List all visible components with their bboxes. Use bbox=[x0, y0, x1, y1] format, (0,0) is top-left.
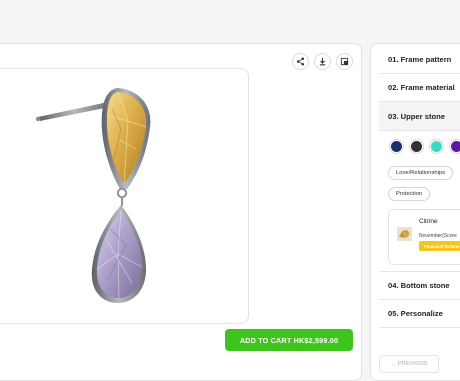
share-icon bbox=[296, 57, 305, 66]
divider bbox=[379, 130, 460, 131]
share-button[interactable] bbox=[292, 53, 309, 70]
step-bottom-stone[interactable]: 04. Bottom stone bbox=[379, 271, 460, 299]
step-frame-material[interactable]: 02. Frame material bbox=[379, 73, 460, 101]
swatch-turquoise[interactable] bbox=[430, 140, 443, 153]
earring-image[interactable] bbox=[0, 69, 249, 324]
view-button[interactable] bbox=[336, 53, 353, 70]
divider bbox=[379, 327, 460, 328]
step-personalize[interactable]: 05. Personalize bbox=[379, 299, 460, 327]
download-button[interactable] bbox=[314, 53, 331, 70]
swatch-charcoal[interactable] bbox=[410, 140, 423, 153]
citrine-thumbnail bbox=[397, 227, 412, 241]
stone-birth-month: November(Score bbox=[419, 233, 457, 239]
previous-button[interactable]: ← PREVIOUS bbox=[379, 355, 439, 373]
stone-name: Citrine bbox=[419, 218, 438, 225]
download-icon bbox=[319, 57, 326, 66]
swatch-navy[interactable] bbox=[390, 140, 403, 153]
stone-card-citrine[interactable]: Citrine November(Score Financial fortune bbox=[388, 209, 460, 265]
add-to-cart-button[interactable]: ADD TO CART HK$2,599.00 bbox=[225, 329, 353, 351]
product-configurator-page: ADD TO CART HK$2,599.00 01. Frame patter… bbox=[0, 0, 460, 381]
view-icon bbox=[340, 57, 349, 66]
step-upper-stone[interactable]: 03. Upper stone bbox=[379, 102, 460, 130]
filter-chip-protection[interactable]: Protection bbox=[388, 187, 431, 201]
swatch-purple[interactable] bbox=[450, 140, 460, 153]
filter-chip-love-relationships[interactable]: Love/Relationships bbox=[388, 166, 453, 180]
product-image-frame bbox=[0, 68, 249, 324]
step-frame-pattern[interactable]: 01. Frame pattern bbox=[379, 45, 460, 73]
product-viewer-card: ADD TO CART HK$2,599.00 bbox=[0, 43, 362, 381]
configurator-panel: 01. Frame pattern 02. Frame material 03.… bbox=[370, 43, 460, 381]
stone-meaning-tag: Financial fortune bbox=[419, 241, 460, 251]
